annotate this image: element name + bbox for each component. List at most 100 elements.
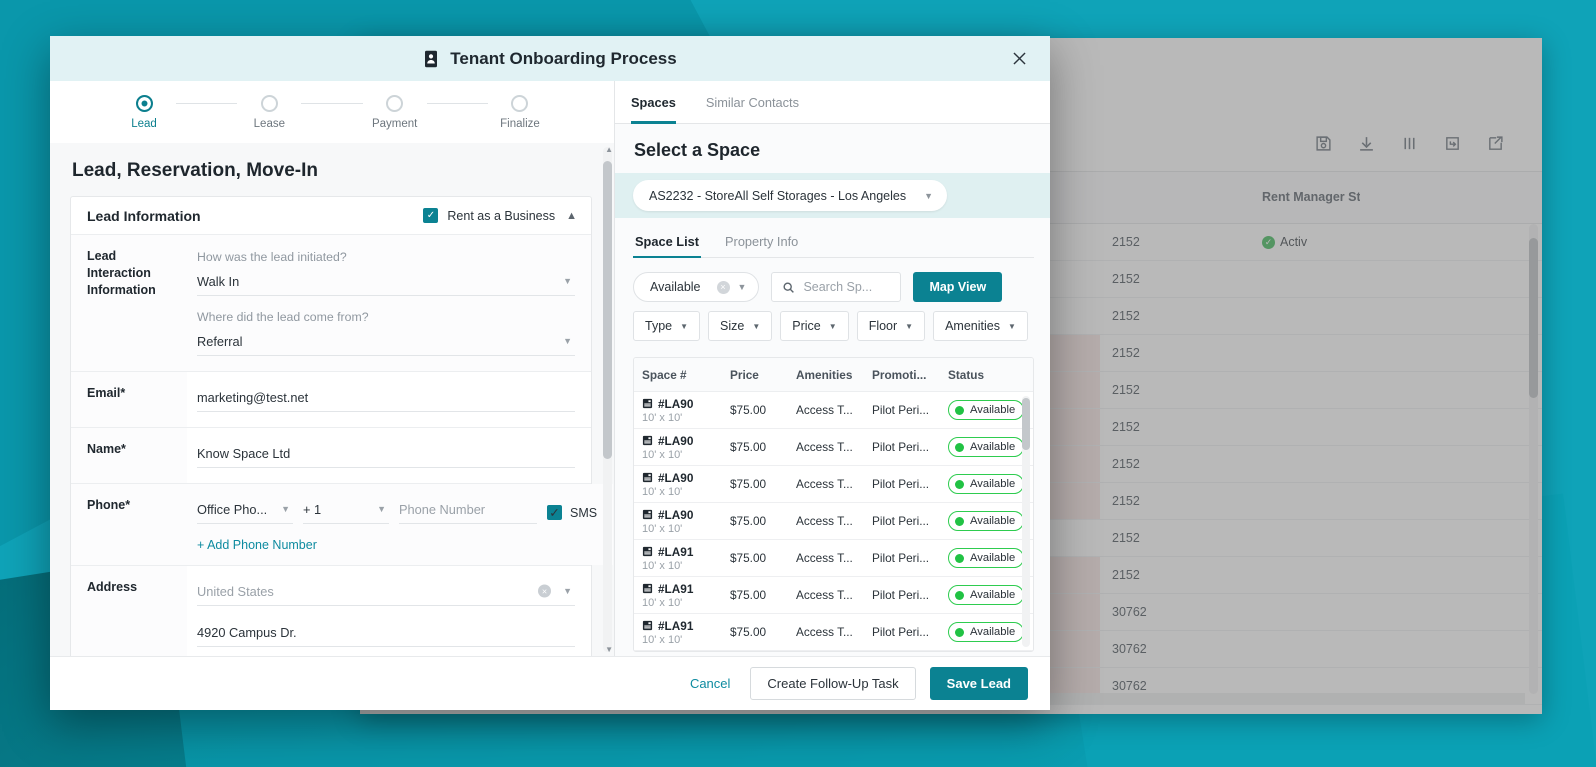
- cancel-button[interactable]: Cancel: [684, 675, 736, 692]
- space-list-row[interactable]: #LA90 10' x 10' $75.00 Access T... Pilot Per…: [634, 503, 1033, 540]
- import-icon[interactable]: [1444, 135, 1461, 152]
- space-size: 10' x 10': [642, 448, 683, 461]
- clear-icon[interactable]: ×: [538, 584, 551, 598]
- space-list-row[interactable]: #LA91 10' x 10' $75.00 Access T... Pilot Per…: [634, 614, 1033, 651]
- field-row-phone: Phone* Office Pho... ▼ + 1 ▼ Phone Numbe…: [71, 484, 614, 566]
- number-cell: 2152: [1112, 568, 1140, 582]
- space-col-number[interactable]: Space #: [634, 358, 722, 391]
- scroll-up-icon[interactable]: ▲: [605, 145, 613, 154]
- storage-unit-icon: [642, 398, 653, 409]
- lead-form-scrollbar[interactable]: [603, 147, 612, 652]
- filter-floor-button[interactable]: Floor ▼: [856, 311, 926, 341]
- rent-manager-status-cell: [1250, 335, 1360, 371]
- phone-country-code-select[interactable]: + 1 ▼: [303, 495, 389, 524]
- space-col-amenities[interactable]: Amenities: [788, 358, 864, 391]
- availability-filter-select[interactable]: Available × ▼: [633, 272, 760, 302]
- edit-icon[interactable]: [1487, 135, 1504, 152]
- question-lead-source: Where did the lead come from?: [197, 310, 369, 324]
- space-number: #LA90: [658, 470, 694, 485]
- phone-number-input[interactable]: Phone Number: [399, 495, 537, 524]
- status-dot-icon: [955, 516, 964, 526]
- grid-col-rent-manager-status[interactable]: Rent Manager Status: [1250, 172, 1360, 223]
- space-list-row[interactable]: #LA91 10' x 10' $75.00 Access T... Pilot Per…: [634, 540, 1033, 577]
- filter-amenities-button[interactable]: Amenities ▼: [933, 311, 1028, 341]
- filter-size-button[interactable]: Size ▼: [708, 311, 773, 341]
- status-dot-icon: [955, 590, 964, 600]
- space-size: 10' x 10': [642, 596, 683, 609]
- tab-similar-contacts[interactable]: Similar Contacts: [706, 81, 799, 124]
- space-col-promotion[interactable]: Promoti...: [864, 358, 940, 391]
- subtab-property-info[interactable]: Property Info: [723, 234, 800, 257]
- scroll-down-icon[interactable]: ▼: [605, 645, 613, 654]
- status-badge: Available: [948, 400, 1025, 420]
- chevron-down-icon: ▼: [1007, 321, 1016, 331]
- filter-price-button[interactable]: Price ▼: [780, 311, 849, 341]
- close-icon[interactable]: [1006, 46, 1032, 72]
- filter-label: Size: [720, 319, 745, 333]
- chevron-down-icon: ▼: [377, 504, 386, 514]
- select-lead-source[interactable]: Referral ▼: [197, 327, 575, 356]
- email-field[interactable]: marketing@test.net: [197, 383, 575, 412]
- property-select-band: AS2232 - StoreAll Self Storages - Los An…: [615, 173, 1050, 218]
- filter-type-button[interactable]: Type ▼: [633, 311, 701, 341]
- space-list-row[interactable]: #LA90 10' x 10' $75.00 Access T... Pilot Per…: [634, 392, 1033, 429]
- space-amenities-cell: Access T...: [796, 440, 853, 454]
- grid-col-unnamed[interactable]: [1100, 172, 1250, 223]
- number-cell: 2152: [1112, 309, 1140, 323]
- phone-type-select[interactable]: Office Pho... ▼: [197, 495, 293, 524]
- space-list-row[interactable]: #LA91 10' x 10' $75.00 Access T... Pilot Per…: [634, 577, 1033, 614]
- space-promotion-cell: Pilot Peri...: [872, 588, 930, 602]
- tab-spaces[interactable]: Spaces: [631, 81, 676, 124]
- name-field[interactable]: Know Space Ltd: [197, 439, 575, 468]
- columns-icon[interactable]: [1401, 135, 1418, 152]
- space-list-scrollbar[interactable]: [1022, 396, 1030, 647]
- status-badge: Available: [948, 437, 1025, 457]
- space-list-row[interactable]: #LA90 10' x 10' $75.00 Access T... Pilot Per…: [634, 466, 1033, 503]
- chevron-down-icon: ▼: [680, 321, 689, 331]
- space-status-cell: Available: [940, 429, 1033, 465]
- address-country-select[interactable]: United States × ▼: [197, 577, 575, 606]
- map-view-button[interactable]: Map View: [913, 272, 1003, 302]
- save-icon[interactable]: [1315, 135, 1332, 152]
- create-follow-up-button[interactable]: Create Follow-Up Task: [750, 667, 916, 700]
- chevron-up-icon[interactable]: ▲: [566, 210, 577, 222]
- space-list-row[interactable]: #LA90 10' x 10' $75.00 Access T... Pilot Per…: [634, 429, 1033, 466]
- card-title: Lead Information: [87, 207, 201, 224]
- address-street-input[interactable]: 4920 Campus Dr.: [197, 618, 575, 647]
- stepper-connector: [301, 102, 363, 105]
- space-search-input[interactable]: Search Sp...: [771, 272, 902, 302]
- space-filter-row-primary: Available × ▼ Search Sp... Map View: [633, 272, 1034, 302]
- space-status-cell: Available: [940, 614, 1033, 650]
- rent-manager-status-cell: [1250, 372, 1360, 408]
- add-phone-number-link[interactable]: + Add Phone Number: [197, 538, 597, 552]
- select-lead-initiated[interactable]: Walk In ▼: [197, 267, 575, 296]
- phone-number-placeholder: Phone Number: [399, 501, 486, 517]
- save-lead-button[interactable]: Save Lead: [929, 667, 1028, 700]
- subtab-space-list[interactable]: Space List: [633, 234, 702, 258]
- number-cell: 2152: [1112, 420, 1140, 434]
- clear-icon[interactable]: ×: [716, 280, 730, 294]
- phone-country-code-value: + 1: [303, 501, 322, 517]
- chevron-down-icon: ▼: [905, 321, 914, 331]
- property-select-value: AS2232 - StoreAll Self Storages - Los An…: [649, 188, 907, 203]
- stepper-step-lead[interactable]: Lead: [112, 94, 176, 130]
- status-badge: Available: [948, 622, 1025, 642]
- rent-manager-status-cell: [1250, 631, 1360, 667]
- search-icon: [783, 281, 795, 293]
- space-price-cell: $75.00: [730, 403, 767, 417]
- stepper-step-lease[interactable]: Lease: [237, 94, 301, 130]
- stepper-step-finalize[interactable]: Finalize: [488, 94, 552, 130]
- availability-filter-value: Available: [650, 280, 701, 294]
- space-col-status[interactable]: Status: [940, 358, 1033, 391]
- space-size: 10' x 10': [642, 411, 683, 424]
- stepper-step-payment[interactable]: Payment: [363, 94, 427, 130]
- rent-as-business-checkbox[interactable]: ✓: [423, 208, 439, 223]
- number-cell: 2152: [1112, 346, 1140, 360]
- space-promotion-cell: Pilot Peri...: [872, 551, 930, 565]
- space-col-price[interactable]: Price: [722, 358, 788, 391]
- sms-checkbox[interactable]: ✓: [547, 505, 562, 520]
- property-select[interactable]: AS2232 - StoreAll Self Storages - Los An…: [633, 180, 948, 211]
- grid-vertical-scrollbar[interactable]: [1529, 224, 1538, 694]
- download-icon[interactable]: [1358, 135, 1375, 152]
- space-status-cell: Available: [940, 392, 1033, 428]
